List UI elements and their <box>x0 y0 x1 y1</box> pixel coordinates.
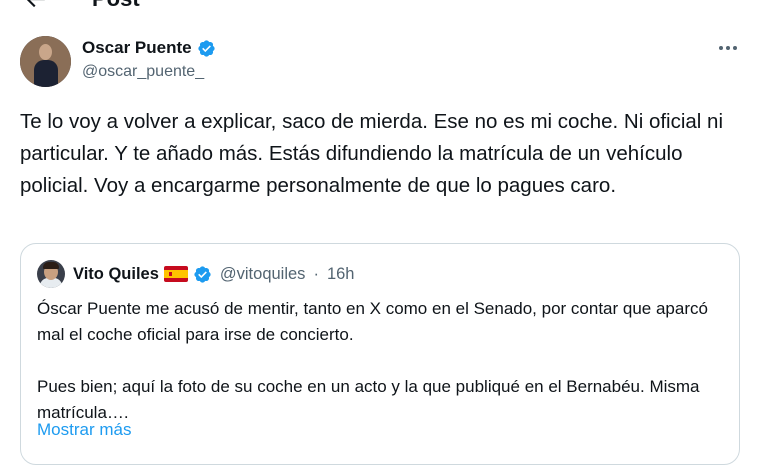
spain-flag-icon <box>163 266 188 282</box>
tweet-text: Te lo voy a volver a explicar, saco de m… <box>20 110 724 197</box>
author-handle[interactable]: @oscar_puente_ <box>82 63 204 81</box>
author-name[interactable]: Oscar Puente <box>82 38 192 58</box>
quote-author-handle[interactable]: @vitoquiles <box>220 265 306 284</box>
quote-author-avatar[interactable] <box>37 260 65 288</box>
quote-author-name[interactable]: Vito Quiles <box>73 265 159 284</box>
author-name-row: Oscar Puente <box>82 37 216 59</box>
back-arrow-icon[interactable] <box>22 0 48 12</box>
page-title: Post <box>92 0 140 12</box>
verified-badge-icon <box>194 265 211 283</box>
quote-timestamp[interactable]: 16h <box>327 265 355 284</box>
author-avatar[interactable] <box>20 36 71 87</box>
more-options-icon[interactable] <box>716 36 740 60</box>
quote-header: Vito Quiles @vitoquiles · 16h <box>73 262 354 286</box>
quote-separator: · <box>313 264 319 283</box>
post-header: Post <box>0 0 768 16</box>
verified-badge-icon <box>197 39 215 57</box>
quote-text: Óscar Puente me acusó de mentir, tanto e… <box>37 299 708 422</box>
show-more-link[interactable]: Mostrar más <box>37 420 131 440</box>
